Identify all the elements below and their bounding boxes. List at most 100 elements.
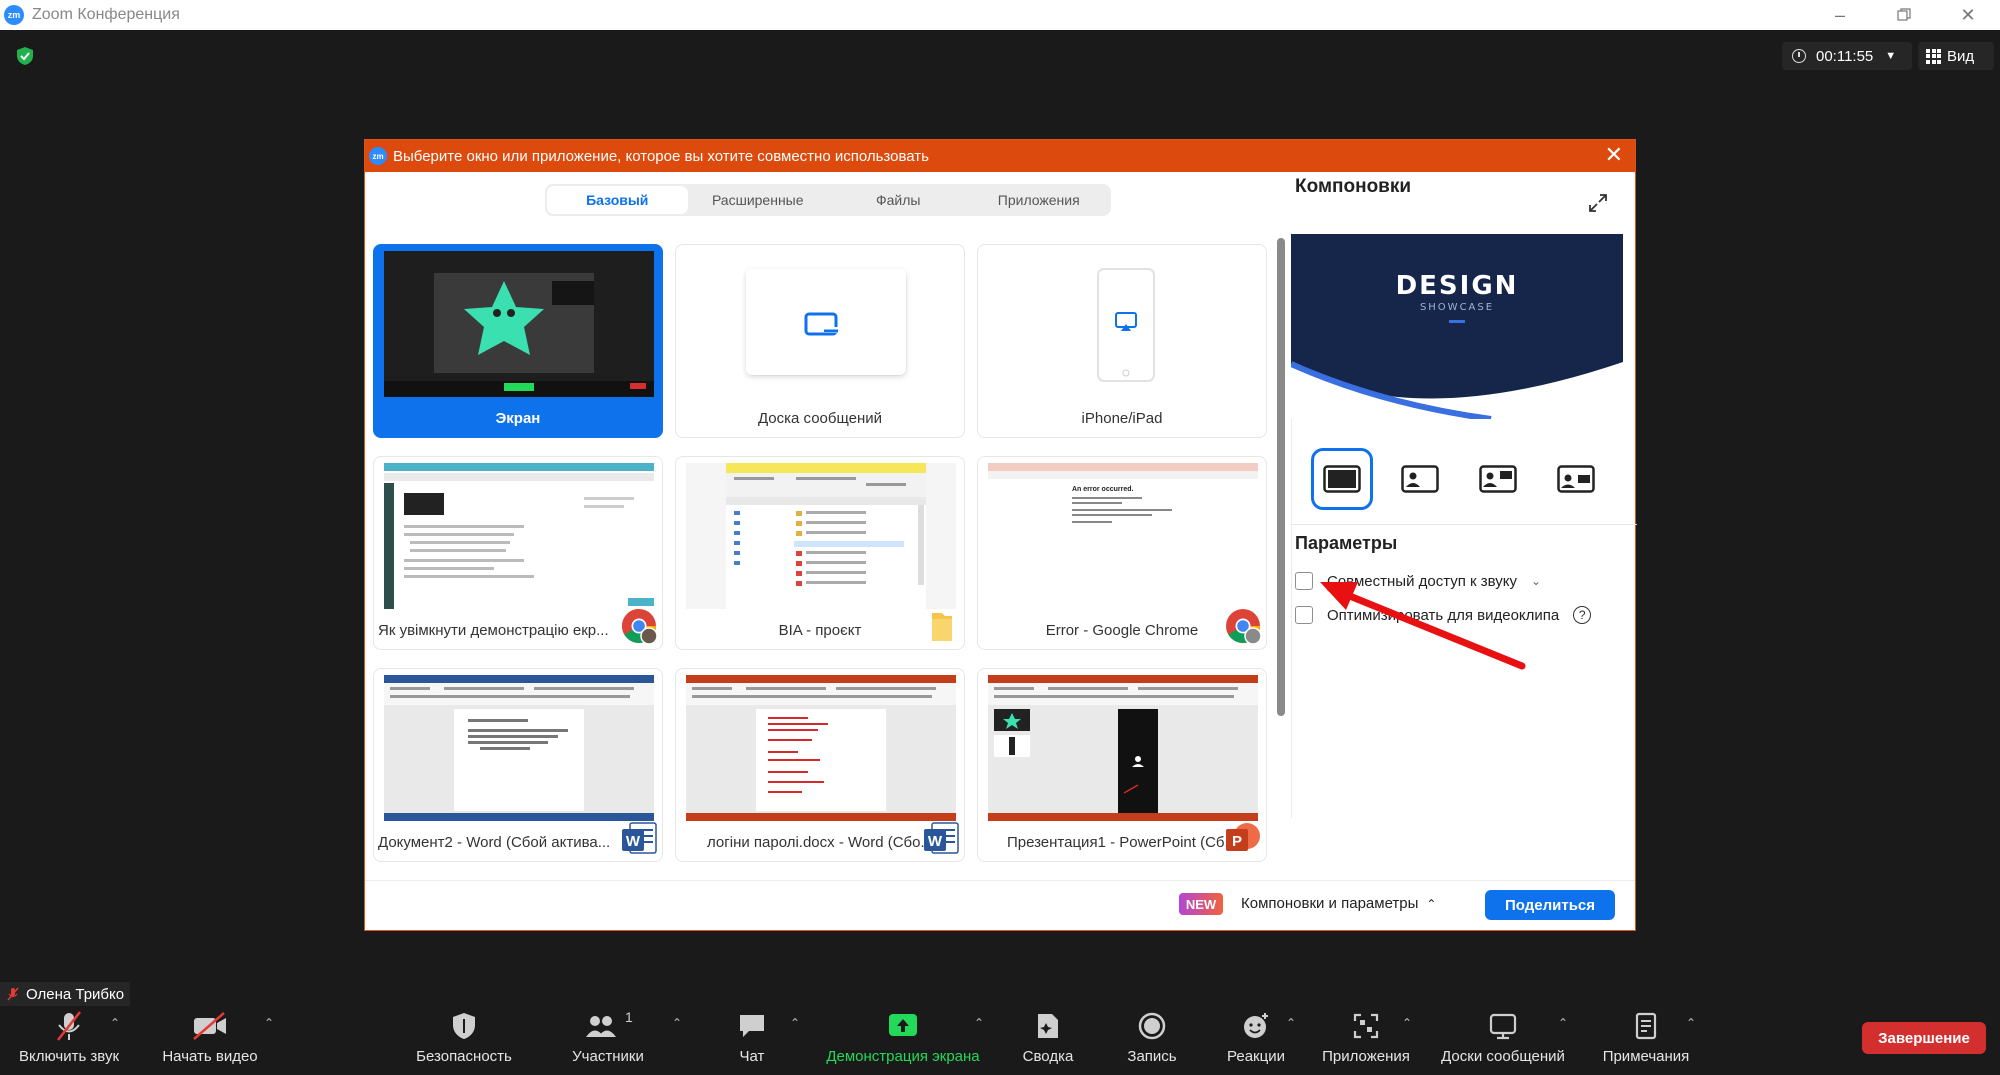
expand-icon[interactable] <box>1587 192 1609 214</box>
grid-scrollbar[interactable] <box>1277 238 1285 716</box>
security-button[interactable]: Безопасность <box>412 1006 516 1075</box>
chevron-down-icon: ▼ <box>1885 50 1897 62</box>
video-options-chevron-icon[interactable]: ⌃ <box>264 1016 274 1030</box>
share-tile-window[interactable]: Як увімкнути демонстрацію екр... <box>373 456 663 650</box>
panel-divider <box>1291 524 1637 525</box>
toolbar-label: Реакции <box>1227 1048 1285 1065</box>
zoom-logo-icon: zm <box>4 5 24 25</box>
start-video-button[interactable]: Начать видео <box>160 1006 260 1075</box>
window-thumbnail <box>988 675 1258 821</box>
layouts-and-params-toggle[interactable]: Компоновки и параметры ⌃ <box>1241 895 1436 912</box>
participants-options-chevron-icon[interactable]: ⌃ <box>672 1016 682 1030</box>
grid-icon <box>1926 48 1941 64</box>
mic-muted-icon <box>54 1006 84 1046</box>
help-icon[interactable]: ? <box>1573 606 1592 624</box>
share-button[interactable]: Поделиться <box>1485 890 1615 920</box>
error-heading-text: An error occurred. <box>1072 486 1134 493</box>
whiteboards-button[interactable]: Доски сообщений <box>1434 1006 1572 1075</box>
participants-count: 1 <box>625 1012 633 1025</box>
toolbar-label: Приложения <box>1322 1048 1410 1065</box>
share-tile-window[interactable]: Документ2 - Word (Сбой актива... W <box>373 668 663 862</box>
share-source-grid: Экран Доска сообщений iPhone/iPad Як уві… <box>373 244 1267 872</box>
end-meeting-button[interactable]: Завершение <box>1862 1022 1986 1054</box>
record-button[interactable]: Запись <box>1124 1006 1180 1075</box>
share-screen-icon <box>887 1006 919 1046</box>
share-tabs: Базовый Расширенные Файлы Приложения <box>545 184 1111 216</box>
close-icon[interactable]: ✕ <box>1938 0 1998 30</box>
toolbar-label: Сводка <box>1022 1048 1074 1065</box>
chevron-up-icon: ⌃ <box>1426 897 1437 911</box>
minimize-icon[interactable]: – <box>1810 0 1870 30</box>
layout-speaker-right-button[interactable] <box>1467 448 1529 510</box>
toolbar-label: Чат <box>739 1048 765 1065</box>
new-badge: NEW <box>1179 893 1223 915</box>
mic-muted-icon <box>7 987 19 1001</box>
toolbar-label: Начать видео <box>162 1048 258 1065</box>
share-screen-button[interactable]: Демонстрация экрана <box>820 1006 986 1075</box>
chat-options-chevron-icon[interactable]: ⌃ <box>790 1016 800 1030</box>
notes-button[interactable]: Примечания <box>1596 1006 1696 1075</box>
apps-options-chevron-icon[interactable]: ⌃ <box>1402 1016 1412 1030</box>
tile-label: логіни паролі.docx - Word (Сбо... <box>707 834 933 851</box>
tile-label: Як увімкнути демонстрацію екр... <box>378 622 609 639</box>
video-off-icon <box>192 1006 228 1046</box>
layout-speaker-left-button[interactable] <box>1389 448 1451 510</box>
zoom-logo-icon: zm <box>369 147 387 165</box>
unmute-button[interactable]: Включить звук <box>14 1006 124 1075</box>
apps-icon <box>1352 1006 1380 1046</box>
share-tile-window[interactable]: BIA - проєкт <box>675 456 965 650</box>
participants-button[interactable]: 1 Участники <box>568 1006 648 1075</box>
whiteboard-icon <box>1488 1006 1518 1046</box>
tile-label: Презентация1 - PowerPoint (Сб... <box>1006 834 1238 851</box>
participants-icon: 1 <box>583 1006 633 1046</box>
chrome-icon <box>622 609 658 645</box>
meeting-timer[interactable]: 00:11:55 ▼ <box>1782 42 1912 70</box>
word-icon: W <box>622 822 657 854</box>
shield-icon <box>451 1006 477 1046</box>
tab-basic[interactable]: Базовый <box>547 186 688 214</box>
layout-content-only-button[interactable] <box>1311 448 1373 510</box>
toolbar-label: Участники <box>572 1048 644 1065</box>
notes-options-chevron-icon[interactable]: ⌃ <box>1686 1016 1696 1030</box>
toolbar-label: Запись <box>1127 1048 1177 1065</box>
tab-advanced[interactable]: Расширенные <box>688 186 829 214</box>
tab-files[interactable]: Файлы <box>828 186 969 214</box>
screen-thumbnail <box>384 251 654 397</box>
tile-label: Документ2 - Word (Сбой актива... <box>378 834 611 851</box>
svg-text:W: W <box>928 833 943 850</box>
view-button[interactable]: Вид <box>1918 42 1994 70</box>
chat-button[interactable]: Чат <box>732 1006 772 1075</box>
encryption-shield-icon[interactable] <box>16 46 34 66</box>
view-label: Вид <box>1947 47 1975 65</box>
tile-label: iPhone/iPad <box>1081 410 1163 427</box>
audio-options-chevron-icon[interactable]: ⌃ <box>110 1016 120 1030</box>
svg-text:P: P <box>1232 833 1242 850</box>
share-tile-window[interactable]: Презентация1 - PowerPoint (Сб... P <box>977 668 1267 862</box>
share-tile-window[interactable]: логіни паролі.docx - Word (Сбо... W <box>675 668 965 862</box>
svg-text:W: W <box>626 833 641 850</box>
window-thumbnail: An error occurred. <box>988 463 1258 609</box>
share-options-chevron-icon[interactable]: ⌃ <box>974 1016 984 1030</box>
share-tile-iphone[interactable]: iPhone/iPad <box>977 244 1267 438</box>
tile-label: Error - Google Chrome <box>1045 622 1199 639</box>
layouts-title: Компоновки <box>1295 176 1412 197</box>
whiteboards-options-chevron-icon[interactable]: ⌃ <box>1558 1016 1568 1030</box>
dialog-title: Выберите окно или приложение, которое вы… <box>393 147 929 165</box>
tile-label: Доска сообщений <box>757 410 883 427</box>
tab-apps[interactable]: Приложения <box>969 186 1110 214</box>
share-tile-whiteboard[interactable]: Доска сообщений <box>675 244 965 438</box>
reactions-icon <box>1241 1006 1271 1046</box>
apps-button[interactable]: Приложения <box>1316 1006 1416 1075</box>
design-logo-text: DESIGN <box>1396 271 1519 301</box>
restore-icon[interactable] <box>1874 0 1934 30</box>
window-thumbnail <box>384 463 654 609</box>
share-tile-window[interactable]: An error occurred. Error - Google Chrome <box>977 456 1267 650</box>
summary-button[interactable]: Сводка <box>1020 1006 1076 1075</box>
share-tile-screen[interactable]: Экран <box>373 244 663 438</box>
reactions-options-chevron-icon[interactable]: ⌃ <box>1286 1016 1296 1030</box>
chrome-icon <box>1226 609 1262 645</box>
annotation-arrow-icon <box>1320 582 1526 670</box>
dialog-close-icon[interactable]: ✕ <box>1605 144 1623 166</box>
reactions-button[interactable]: Реакции <box>1222 1006 1290 1075</box>
layout-speaker-bottom-button[interactable] <box>1545 448 1607 510</box>
